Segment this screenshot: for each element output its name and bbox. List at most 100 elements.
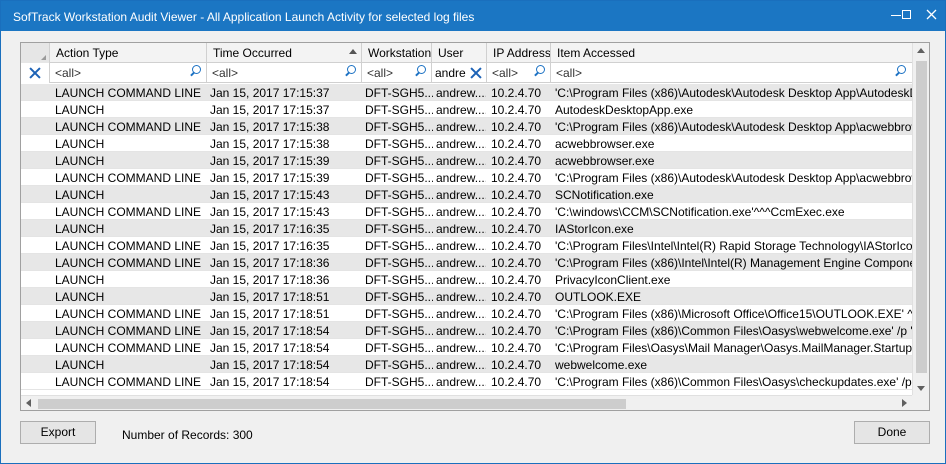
cell-time-occurred: Jan 15, 2017 17:15:37 <box>210 103 330 117</box>
cell-action-type: LAUNCH <box>55 358 105 372</box>
table-row[interactable]: LAUNCH Jan 15, 2017 17:15:38 DFT-SGH5... an… <box>21 135 912 152</box>
column-header-user[interactable]: User <box>432 43 487 63</box>
window-title: SofTrack Workstation Audit Viewer - All … <box>13 10 475 24</box>
filter-row: <all> <all> <all> andre <all> <all> <box>21 63 912 83</box>
column-header-ip-address[interactable]: IP Address <box>487 43 551 63</box>
search-icon[interactable] <box>344 65 357 78</box>
filter-item-accessed[interactable]: <all> <box>551 63 912 83</box>
cell-action-type: LAUNCH <box>55 154 105 168</box>
cell-user: andrew.... <box>436 375 486 389</box>
cell-action-type: LAUNCH COMMAND LINE <box>55 205 202 219</box>
table-row[interactable]: LAUNCH COMMAND LINE Jan 15, 2017 17:15:38… <box>21 118 912 135</box>
column-header-item-accessed[interactable]: Item Accessed <box>551 43 912 63</box>
table-row[interactable]: LAUNCH Jan 15, 2017 17:18:54 DFT-SGH5... an… <box>21 356 912 373</box>
cell-item-accessed: acwebbrowser.exe <box>555 154 655 168</box>
cell-ip-address: 10.2.4.70 <box>491 273 542 287</box>
cell-workstation: DFT-SGH5... <box>365 358 433 372</box>
search-icon[interactable] <box>414 65 427 78</box>
cell-item-accessed: 'C:\Program Files\Oasys\Mail Manager\Oas… <box>555 341 912 355</box>
table-row[interactable]: LAUNCH Jan 15, 2017 17:16:35 DFT-SGH5... an… <box>21 220 912 237</box>
maximize-icon <box>901 9 911 19</box>
table-row[interactable]: LAUNCH COMMAND LINE Jan 15, 2017 17:15:43… <box>21 203 912 220</box>
column-header-workstation[interactable]: Workstation <box>362 43 432 63</box>
title-bar: SofTrack Workstation Audit Viewer - All … <box>1 1 945 31</box>
column-header-action-type[interactable]: Action Type <box>50 43 207 63</box>
cell-ip-address: 10.2.4.70 <box>491 120 542 134</box>
table-row[interactable]: LAUNCH COMMAND LINE Jan 15, 2017 17:18:36… <box>21 254 912 271</box>
cell-user: andrew.... <box>436 239 486 253</box>
table-row[interactable]: LAUNCH COMMAND LINE Jan 15, 2017 17:18:54… <box>21 322 912 339</box>
cell-action-type: LAUNCH COMMAND LINE <box>55 375 202 389</box>
cell-time-occurred: Jan 15, 2017 17:18:51 <box>210 307 330 321</box>
maximize-button[interactable] <box>894 1 918 27</box>
cell-time-occurred: Jan 15, 2017 17:16:35 <box>210 222 330 236</box>
export-button[interactable]: Export <box>20 421 96 444</box>
vertical-scroll-thumb[interactable] <box>916 61 927 373</box>
filter-user[interactable]: andre <box>432 63 487 83</box>
cell-user: andrew.... <box>436 188 486 202</box>
cell-item-accessed: webwelcome.exe <box>555 358 648 372</box>
cell-ip-address: 10.2.4.70 <box>491 256 542 270</box>
close-icon <box>926 9 936 19</box>
cell-action-type: LAUNCH <box>55 222 105 236</box>
clear-all-filters-button[interactable] <box>21 63 50 83</box>
search-icon[interactable] <box>189 65 202 78</box>
cell-workstation: DFT-SGH5... <box>365 341 433 355</box>
cell-user: andrew.... <box>436 290 486 304</box>
scrollbar-corner <box>912 395 929 410</box>
cell-user: andrew.... <box>436 171 486 185</box>
table-row[interactable]: LAUNCH Jan 15, 2017 17:18:36 DFT-SGH5... an… <box>21 271 912 288</box>
table-row[interactable]: LAUNCH Jan 15, 2017 17:15:37 DFT-SGH5... an… <box>21 101 912 118</box>
horizontal-scrollbar[interactable] <box>21 395 912 410</box>
cell-ip-address: 10.2.4.70 <box>491 86 542 100</box>
column-header-time-occurred[interactable]: Time Occurred <box>207 43 362 63</box>
table-row[interactable]: LAUNCH Jan 15, 2017 17:15:39 DFT-SGH5... an… <box>21 152 912 169</box>
table-row[interactable]: LAUNCH Jan 15, 2017 17:15:43 DFT-SGH5... an… <box>21 186 912 203</box>
table-row[interactable]: LAUNCH COMMAND LINE Jan 15, 2017 17:18:51… <box>21 305 912 322</box>
filter-action-type[interactable]: <all> <box>50 63 207 83</box>
search-icon[interactable] <box>894 65 907 78</box>
cell-workstation: DFT-SGH5... <box>365 273 433 287</box>
table-row[interactable]: LAUNCH COMMAND LINE Jan 15, 2017 17:16:35… <box>21 237 912 254</box>
grid-rows: LAUNCH COMMAND LINE Jan 15, 2017 17:15:37… <box>21 84 912 394</box>
cell-user: andrew.... <box>436 358 486 372</box>
table-row[interactable]: LAUNCH COMMAND LINE Jan 15, 2017 17:15:39… <box>21 169 912 186</box>
cell-item-accessed: 'C:\Program Files (x86)\Common Files\Oas… <box>555 375 912 389</box>
cell-user: andrew.... <box>436 324 486 338</box>
audit-viewer-window: SofTrack Workstation Audit Viewer - All … <box>0 0 946 464</box>
cell-user: andrew.... <box>436 256 486 270</box>
cell-ip-address: 10.2.4.70 <box>491 307 542 321</box>
scroll-left-icon[interactable] <box>26 399 31 407</box>
record-count: Number of Records: 300 <box>122 428 253 442</box>
clear-filter-icon[interactable] <box>470 67 482 79</box>
cell-item-accessed: SCNotification.exe <box>555 188 654 202</box>
cell-action-type: LAUNCH COMMAND LINE <box>55 256 202 270</box>
filter-value: <all> <box>212 66 239 80</box>
cell-ip-address: 10.2.4.70 <box>491 341 542 355</box>
filter-time-occurred[interactable]: <all> <box>207 63 362 83</box>
table-row[interactable]: LAUNCH Jan 15, 2017 17:18:51 DFT-SGH5... an… <box>21 288 912 305</box>
select-all-corner[interactable] <box>21 43 50 63</box>
audit-grid[interactable]: Action Type Time Occurred Workstation Us… <box>20 42 930 411</box>
filter-value: <all> <box>367 66 394 80</box>
cell-workstation: DFT-SGH5... <box>365 120 433 134</box>
done-button[interactable]: Done <box>854 421 930 444</box>
scroll-down-icon[interactable] <box>917 386 925 391</box>
scroll-right-icon[interactable] <box>902 399 907 407</box>
filter-value: <all> <box>492 66 519 80</box>
filter-ip-address[interactable]: <all> <box>487 63 551 83</box>
filter-workstation[interactable]: <all> <box>362 63 432 83</box>
horizontal-scroll-thumb[interactable] <box>38 399 626 409</box>
table-row[interactable]: LAUNCH COMMAND LINE Jan 15, 2017 17:18:54… <box>21 339 912 356</box>
cell-action-type: LAUNCH <box>55 188 105 202</box>
cell-action-type: LAUNCH <box>55 103 105 117</box>
scroll-up-icon[interactable] <box>917 48 925 53</box>
vertical-scrollbar[interactable] <box>912 43 929 395</box>
cell-item-accessed: OUTLOOK.EXE <box>555 290 642 304</box>
table-row[interactable]: LAUNCH COMMAND LINE Jan 15, 2017 17:18:54… <box>21 373 912 390</box>
cell-workstation: DFT-SGH5... <box>365 256 433 270</box>
cell-ip-address: 10.2.4.70 <box>491 188 542 202</box>
close-button[interactable] <box>919 1 943 27</box>
search-icon[interactable] <box>533 65 546 78</box>
table-row[interactable]: LAUNCH COMMAND LINE Jan 15, 2017 17:15:37… <box>21 84 912 101</box>
